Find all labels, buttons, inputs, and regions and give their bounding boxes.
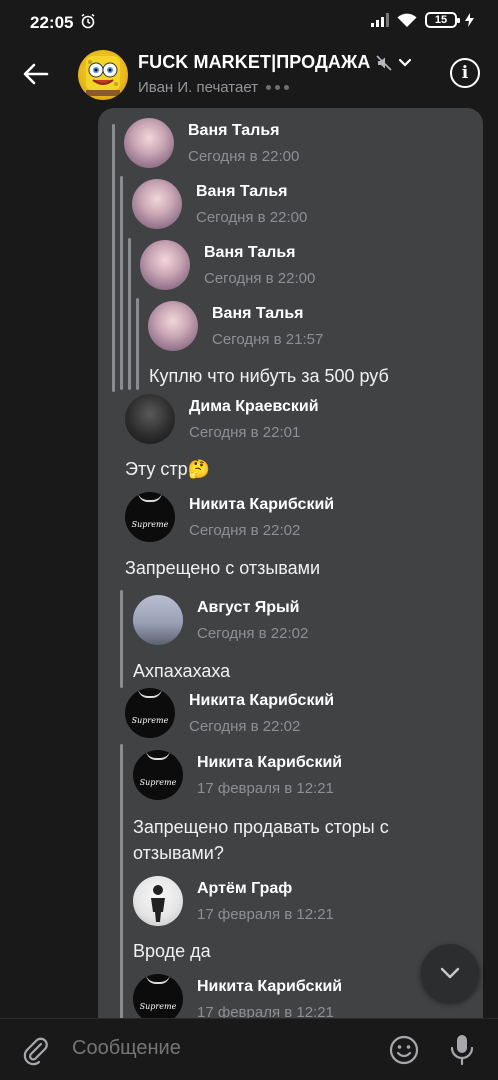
typing-dots-icon bbox=[266, 85, 290, 90]
message-text: Ахпахахаха bbox=[133, 661, 231, 681]
sender-name[interactable]: Никита Карибский bbox=[197, 754, 342, 772]
back-button[interactable] bbox=[20, 58, 52, 90]
forward-bar bbox=[120, 176, 123, 390]
avatar[interactable] bbox=[148, 301, 198, 351]
spongebob-avatar-icon bbox=[86, 56, 120, 96]
message-text: Куплю что нибуть за 500 руб bbox=[149, 366, 389, 386]
sender-name[interactable]: Ваня Талья bbox=[204, 244, 296, 262]
message-date: Сегодня в 22:00 bbox=[196, 209, 308, 226]
message-date: Сегодня в 22:02 bbox=[189, 522, 301, 539]
sender-name[interactable]: Артём Граф bbox=[197, 880, 292, 898]
typing-status: Иван И. печатает bbox=[138, 79, 259, 96]
thinking-face-emoji: 🤔 bbox=[187, 459, 211, 479]
avatar[interactable]: Supreme bbox=[133, 750, 183, 800]
message-text-body: Эту стр bbox=[125, 459, 188, 479]
forward-bar bbox=[120, 590, 123, 688]
battery-icon: 15 bbox=[425, 12, 460, 28]
muted-speaker-icon bbox=[376, 54, 393, 71]
info-icon: i bbox=[461, 63, 469, 83]
wifi-icon bbox=[397, 13, 417, 27]
forward-bar bbox=[112, 124, 115, 392]
message-date: 17 февраля в 12:21 bbox=[197, 906, 334, 923]
chat-header: FUCK MARKET|ПРОДАЖА Иван И. печатает i bbox=[0, 44, 498, 108]
avatar[interactable] bbox=[133, 595, 183, 645]
forward-bar bbox=[120, 744, 123, 1048]
avatar[interactable] bbox=[140, 240, 190, 290]
sender-name[interactable]: Никита Карибский bbox=[197, 978, 342, 996]
avatar[interactable] bbox=[133, 876, 183, 926]
message-composer bbox=[0, 1018, 498, 1080]
message-date: Сегодня в 22:02 bbox=[189, 718, 301, 735]
avatar[interactable]: Supreme bbox=[125, 688, 175, 738]
chat-title: FUCK MARKET|ПРОДАЖА bbox=[138, 52, 371, 72]
scroll-down-button[interactable] bbox=[421, 944, 479, 1002]
sender-name[interactable]: Ваня Талья bbox=[188, 122, 280, 140]
microphone-icon[interactable] bbox=[447, 1033, 477, 1067]
message-date: Сегодня в 22:02 bbox=[197, 625, 309, 642]
charging-icon bbox=[465, 13, 474, 27]
sender-name[interactable]: Никита Карибский bbox=[189, 692, 334, 710]
message-date: 17 февраля в 12:21 bbox=[197, 780, 334, 797]
avatar[interactable] bbox=[132, 179, 182, 229]
message-text: отзывами? bbox=[133, 843, 224, 863]
alarm-icon bbox=[81, 13, 95, 29]
avatar[interactable]: Supreme bbox=[125, 492, 175, 542]
sender-name[interactable]: Ваня Талья bbox=[196, 183, 288, 201]
sender-name[interactable]: Август Ярый bbox=[197, 599, 300, 617]
attach-icon[interactable] bbox=[20, 1035, 52, 1067]
message-text: Вроде да bbox=[133, 941, 211, 961]
message-date: Сегодня в 21:57 bbox=[212, 331, 324, 348]
status-time: 22:05 bbox=[30, 13, 74, 32]
avatar-logo: Supreme bbox=[131, 715, 169, 725]
status-indicators: 15 bbox=[371, 12, 474, 28]
chat-title-row[interactable]: FUCK MARKET|ПРОДАЖА bbox=[138, 52, 412, 73]
avatar-logo: Supreme bbox=[139, 777, 177, 787]
message-date: Сегодня в 22:01 bbox=[189, 424, 301, 441]
sender-name[interactable]: Никита Карибский bbox=[189, 496, 334, 514]
person-silhouette-icon bbox=[151, 885, 165, 922]
avatar-logo: Supreme bbox=[131, 519, 169, 529]
forward-bar bbox=[136, 298, 139, 390]
avatar-logo: Supreme bbox=[139, 1001, 177, 1011]
sender-name[interactable]: Ваня Талья bbox=[212, 305, 304, 323]
battery-level: 15 bbox=[434, 14, 448, 26]
sender-name[interactable]: Дима Краевский bbox=[189, 398, 319, 416]
message-date: Сегодня в 22:00 bbox=[188, 148, 300, 165]
avatar[interactable] bbox=[125, 394, 175, 444]
chat-avatar[interactable] bbox=[78, 50, 128, 100]
info-button[interactable]: i bbox=[450, 58, 480, 88]
message-text: Запрещено с отзывами bbox=[125, 558, 321, 578]
back-arrow-icon bbox=[23, 63, 49, 85]
message-text: Запрещено продавать сторы с bbox=[133, 817, 389, 837]
message-date: Сегодня в 22:00 bbox=[204, 270, 316, 287]
avatar[interactable] bbox=[124, 118, 174, 168]
chevron-down-icon bbox=[440, 967, 460, 979]
forward-bar bbox=[128, 238, 131, 390]
emoji-icon[interactable] bbox=[388, 1034, 420, 1066]
message-text: Эту стр🤔 bbox=[125, 456, 210, 482]
chevron-down-icon bbox=[399, 58, 412, 67]
message-input[interactable] bbox=[72, 1037, 372, 1060]
avatar[interactable]: Supreme bbox=[133, 974, 183, 1024]
chat-subtitle: Иван И. печатает bbox=[138, 79, 290, 96]
status-bar: 22:05 15 bbox=[0, 0, 498, 44]
signal-icon bbox=[371, 13, 389, 27]
message-bubble[interactable]: Ваня Талья Сегодня в 22:00 Ваня Талья Се… bbox=[98, 108, 483, 1048]
